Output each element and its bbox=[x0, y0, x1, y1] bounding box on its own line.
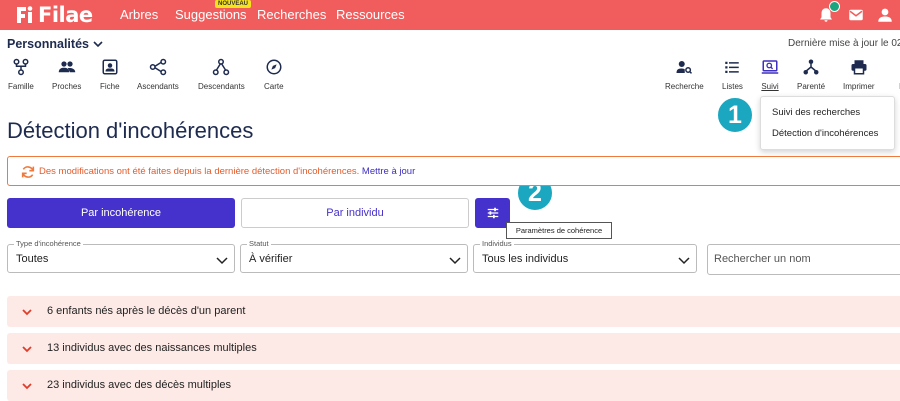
tab-par-individu[interactable]: Par individu bbox=[241, 198, 469, 228]
tool-famille[interactable]: Famille bbox=[8, 58, 34, 91]
accordion-row[interactable]: 13 individus avec des naissances multipl… bbox=[7, 333, 900, 364]
chevron-down-icon bbox=[216, 257, 228, 265]
ascendants-icon bbox=[149, 58, 167, 76]
update-link[interactable]: Mettre à jour bbox=[362, 166, 415, 177]
tool-ascendants[interactable]: Ascendants bbox=[137, 58, 179, 91]
tool-listes[interactable]: Listes bbox=[722, 58, 743, 91]
chevron-down-icon bbox=[22, 309, 32, 316]
filter-value: Tous les individus bbox=[482, 253, 569, 265]
accordion-label: 23 individus avec des décès multiples bbox=[47, 379, 232, 391]
new-badge: NOUVEAU bbox=[215, 0, 252, 8]
alert-message: Des modifications ont été faites depuis … bbox=[39, 166, 415, 177]
filter-type-incoherence[interactable]: Type d'incohérence Toutes bbox=[7, 239, 235, 273]
top-navigation-bar: Filae Arbres Suggestions NOUVEAU Recherc… bbox=[0, 0, 900, 30]
tool-label: Parenté bbox=[797, 82, 826, 91]
user-icon[interactable] bbox=[876, 6, 894, 24]
tool-label: Carte bbox=[264, 82, 284, 91]
filter-statut[interactable]: Statut À vérifier bbox=[240, 239, 468, 273]
tool-carte[interactable]: Carte bbox=[264, 58, 284, 91]
family-tree-icon bbox=[13, 58, 29, 76]
people-icon bbox=[58, 61, 75, 73]
monitor-search-icon bbox=[761, 60, 779, 74]
tool-label: Descendants bbox=[198, 82, 245, 91]
filae-logo-icon bbox=[17, 6, 33, 23]
kinship-icon bbox=[803, 59, 819, 75]
tool-fiche[interactable]: Fiche bbox=[100, 58, 120, 91]
descendants-icon bbox=[213, 58, 230, 76]
name-search-input[interactable] bbox=[714, 253, 894, 265]
accordion-label: 13 individus avec des naissances multipl… bbox=[47, 342, 257, 354]
chevron-down-icon bbox=[93, 41, 103, 48]
notification-dot bbox=[829, 1, 840, 12]
chevron-down-icon bbox=[22, 383, 32, 390]
nav-arbres[interactable]: Arbres bbox=[120, 7, 158, 22]
filter-label: Type d'incohérence bbox=[14, 239, 83, 248]
suivi-dropdown-menu: Suivi des recherches Détection d'incohér… bbox=[760, 96, 895, 150]
refresh-icon bbox=[21, 166, 35, 178]
tool-proches[interactable]: Proches bbox=[52, 58, 81, 91]
accordion-row[interactable]: 23 individus avec des décès multiples bbox=[7, 370, 900, 401]
person-search-icon bbox=[676, 61, 693, 74]
tool-label: Famille bbox=[8, 82, 34, 91]
tab-par-incoherence[interactable]: Par incohérence bbox=[7, 198, 235, 228]
chevron-down-icon bbox=[678, 257, 690, 265]
tool-label: Recherche bbox=[665, 82, 704, 91]
sliders-icon bbox=[487, 207, 498, 219]
tool-imprimer[interactable]: Imprimer bbox=[843, 58, 875, 91]
last-update-text: Dernière mise à jour le 02/0 bbox=[788, 38, 900, 49]
accordion-label: 6 enfants nés après le décès d'un parent bbox=[47, 305, 246, 317]
tool-descendants[interactable]: Descendants bbox=[198, 58, 245, 91]
compass-icon bbox=[266, 59, 282, 75]
nav-ressources[interactable]: Ressources bbox=[336, 7, 405, 22]
update-alert: Des modifications ont été faites depuis … bbox=[7, 156, 900, 186]
chevron-down-icon bbox=[22, 346, 32, 353]
step-marker-1: 1 bbox=[716, 96, 754, 134]
tool-label: Fiche bbox=[100, 82, 120, 91]
person-card-icon bbox=[102, 59, 118, 75]
logo-text: Filae bbox=[38, 3, 93, 27]
tool-label: Suivi bbox=[761, 82, 779, 91]
name-search-field[interactable] bbox=[707, 244, 900, 275]
filter-label: Individus bbox=[480, 239, 514, 248]
tool-cut-off[interactable]: R bbox=[893, 58, 900, 91]
tool-label: Ascendants bbox=[137, 82, 179, 91]
accordion-row[interactable]: 6 enfants nés après le décès d'un parent bbox=[7, 296, 900, 327]
tree-selector-label: Personnalités bbox=[7, 37, 89, 51]
coherence-settings-button[interactable] bbox=[475, 198, 510, 228]
tool-parente[interactable]: Parenté bbox=[797, 58, 825, 91]
menu-item-suivi-recherches[interactable]: Suivi des recherches bbox=[772, 107, 860, 118]
page-title: Détection d'incohérences bbox=[7, 118, 254, 143]
tool-recherche[interactable]: Recherche bbox=[665, 58, 704, 91]
tool-label: Proches bbox=[52, 82, 82, 91]
settings-tooltip: Paramètres de cohérence bbox=[506, 222, 612, 239]
filae-logo[interactable]: Filae bbox=[13, 3, 93, 27]
filter-individus[interactable]: Individus Tous les individus bbox=[473, 239, 697, 273]
mail-icon[interactable] bbox=[847, 6, 865, 24]
menu-item-detection-incoherences[interactable]: Détection d'incohérences bbox=[772, 128, 878, 139]
tool-suivi[interactable]: Suivi bbox=[761, 58, 779, 91]
printer-icon bbox=[851, 60, 867, 75]
filter-label: Statut bbox=[247, 239, 271, 248]
alert-message-text: Des modifications ont été faites depuis … bbox=[39, 166, 360, 177]
tool-label: Listes bbox=[722, 82, 743, 91]
filter-value: À vérifier bbox=[249, 253, 293, 265]
chevron-down-icon bbox=[449, 257, 461, 265]
nav-suggestions[interactable]: Suggestions bbox=[175, 7, 247, 22]
filter-value: Toutes bbox=[16, 253, 49, 265]
nav-recherches[interactable]: Recherches bbox=[257, 7, 326, 22]
tool-label: Imprimer bbox=[843, 82, 875, 91]
list-icon bbox=[725, 61, 740, 73]
tree-selector[interactable]: Personnalités bbox=[7, 37, 103, 51]
